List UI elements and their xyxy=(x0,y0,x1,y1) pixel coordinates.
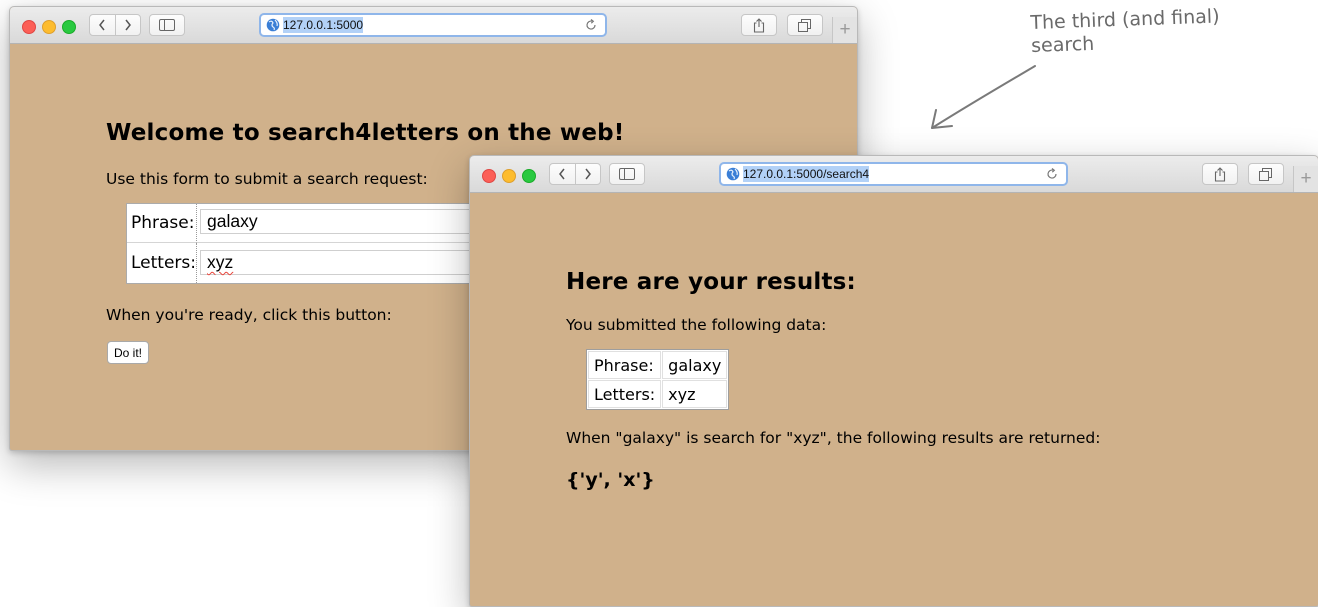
address-bar[interactable]: 127.0.0.1:5000/search4 xyxy=(719,162,1068,186)
phrase-label: Phrase: xyxy=(127,204,197,243)
share-button[interactable] xyxy=(1202,163,1238,185)
toolbar: 127.0.0.1:5000/search4 + xyxy=(470,156,1318,193)
close-window-button[interactable] xyxy=(22,20,36,34)
url-text: 127.0.0.1:5000/search4 xyxy=(743,166,870,182)
navigation-buttons xyxy=(549,163,601,185)
chevron-left-icon xyxy=(99,19,105,31)
sidebar-button[interactable] xyxy=(149,14,185,36)
result-value: {'y', 'x'} xyxy=(566,469,655,491)
sidebar-icon xyxy=(159,19,175,31)
chevron-left-icon xyxy=(559,168,565,180)
phrase-label: Phrase: xyxy=(588,351,662,379)
letters-label: Letters: xyxy=(127,243,197,283)
reload-icon[interactable] xyxy=(585,19,597,31)
do-it-button[interactable]: Do it! xyxy=(107,341,150,364)
table-row: Letters: xyz xyxy=(588,380,728,408)
share-icon xyxy=(1214,166,1226,182)
annotation-arrow-icon xyxy=(931,65,1036,129)
browser-window-results: 127.0.0.1:5000/search4 + Here are your r… xyxy=(469,155,1318,607)
page-title: Welcome to search4letters on the web! xyxy=(106,120,625,146)
tabs-icon xyxy=(1259,167,1272,181)
result-intro-text: When "galaxy" is search for "xyz", the f… xyxy=(566,429,1101,447)
tabs-overview-button[interactable] xyxy=(787,14,823,36)
ready-text: When you're ready, click this button: xyxy=(106,306,392,324)
share-button[interactable] xyxy=(741,14,777,36)
minimize-window-button[interactable] xyxy=(42,20,56,34)
phrase-row: Phrase: galaxy xyxy=(127,204,478,243)
forward-button[interactable] xyxy=(574,164,601,184)
navigation-buttons xyxy=(89,14,141,36)
chevron-right-icon xyxy=(125,19,131,31)
phrase-input[interactable]: galaxy xyxy=(200,209,475,234)
share-icon xyxy=(753,17,765,33)
globe-icon xyxy=(266,18,280,32)
phrase-value: galaxy xyxy=(662,351,728,379)
url-text: 127.0.0.1:5000 xyxy=(283,17,364,33)
zoom-window-button[interactable] xyxy=(522,169,536,183)
letters-row: Letters: xyz xyxy=(127,243,478,283)
results-page: Here are your results: You submitted the… xyxy=(470,193,1318,606)
form-intro-text: Use this form to submit a search request… xyxy=(106,170,428,188)
page-title: Here are your results: xyxy=(566,269,856,295)
zoom-window-button[interactable] xyxy=(62,20,76,34)
letters-value: xyz xyxy=(662,380,728,408)
address-bar[interactable]: 127.0.0.1:5000 xyxy=(259,13,607,37)
chevron-right-icon xyxy=(585,168,591,180)
sidebar-icon xyxy=(619,168,635,180)
table-row: Phrase: galaxy xyxy=(588,351,728,379)
new-tab-button[interactable]: + xyxy=(1293,166,1318,192)
tabs-overview-button[interactable] xyxy=(1248,163,1284,185)
submitted-data-table: Phrase: galaxy Letters: xyz xyxy=(586,349,730,410)
globe-icon xyxy=(726,167,740,181)
back-button[interactable] xyxy=(90,15,115,35)
letters-input[interactable]: xyz xyxy=(200,250,475,275)
handwritten-annotation: The third (and final) search xyxy=(1030,5,1221,58)
forward-button[interactable] xyxy=(114,15,141,35)
search-form-table: Phrase: galaxy Letters: xyz xyxy=(126,203,479,284)
new-tab-button[interactable]: + xyxy=(832,17,857,43)
minimize-window-button[interactable] xyxy=(502,169,516,183)
back-button[interactable] xyxy=(550,164,575,184)
close-window-button[interactable] xyxy=(482,169,496,183)
reload-icon[interactable] xyxy=(1046,168,1058,180)
toolbar: 127.0.0.1:5000 + xyxy=(10,7,857,44)
letters-label: Letters: xyxy=(588,380,662,408)
tabs-icon xyxy=(798,18,811,32)
submitted-text: You submitted the following data: xyxy=(566,316,827,334)
sidebar-button[interactable] xyxy=(609,163,645,185)
